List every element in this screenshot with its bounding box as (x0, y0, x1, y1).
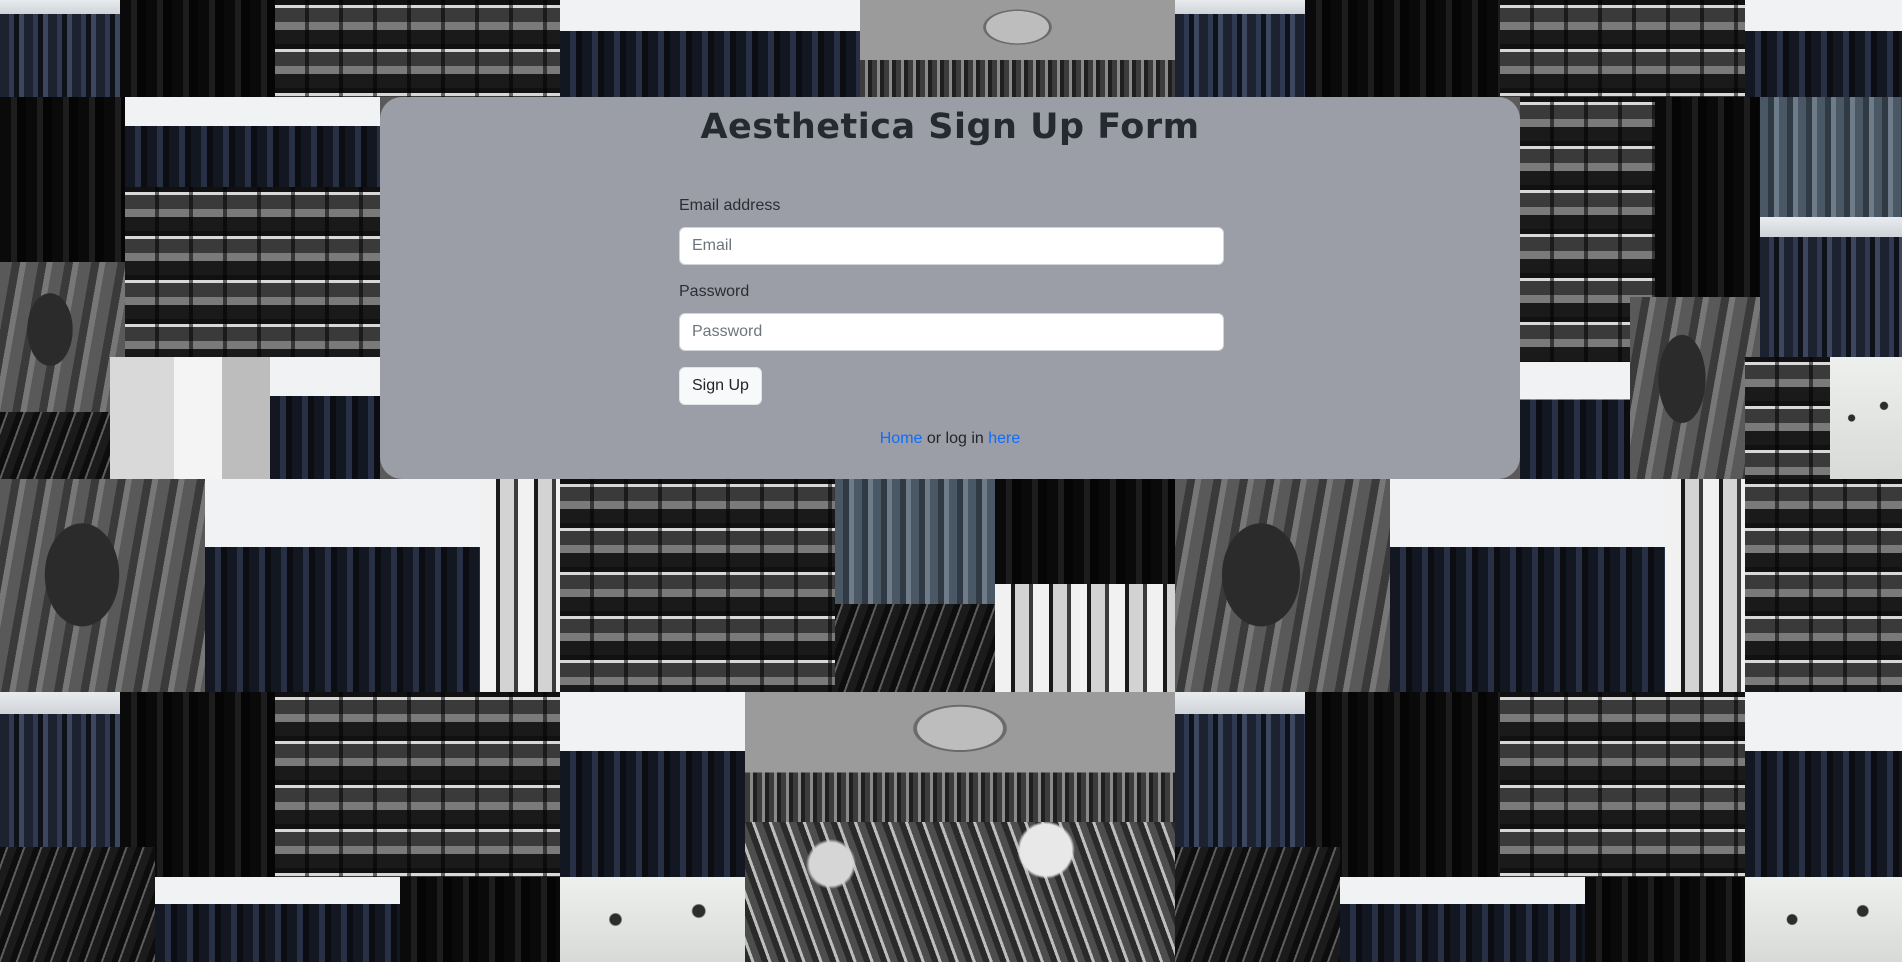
clothing-rack-photo (1630, 297, 1760, 479)
clothing-rack-photo (560, 0, 860, 97)
clothing-rack-photo (155, 877, 400, 962)
clothing-rack-photo (995, 584, 1175, 692)
clothing-rack-photo (1585, 877, 1745, 962)
shelves-photo (125, 187, 380, 357)
clothing-rack-photo (1760, 217, 1902, 357)
clothing-rack-photo (1520, 362, 1630, 479)
hangers-photo (0, 847, 155, 962)
hangers-photo (995, 479, 1175, 584)
clothing-rack-photo (0, 0, 120, 97)
clothing-rack-photo (0, 97, 125, 262)
shelves-photo (1500, 0, 1745, 97)
sign-up-button[interactable]: Sign Up (679, 367, 762, 405)
wall-lamp-photo (1745, 877, 1902, 962)
clothing-rack-photo (125, 97, 380, 187)
clothing-rack-photo (1175, 0, 1305, 97)
wall-lamp-photo (560, 877, 745, 962)
footer-middle-text: or log in (922, 430, 989, 447)
footer-links: Home or log in here (380, 430, 1520, 448)
storefront-photo (745, 692, 1175, 822)
hangers-photo (745, 822, 1175, 962)
shelves-photo (1745, 479, 1902, 692)
clothing-rack-photo (0, 262, 125, 412)
clothing-rack-photo (560, 692, 745, 877)
home-link[interactable]: Home (880, 430, 923, 447)
page-title: Aesthetica Sign Up Form (700, 107, 1200, 147)
clothing-rack-photo (120, 0, 275, 97)
shelves-photo (1500, 692, 1745, 877)
clothing-rack-photo (480, 479, 560, 692)
hangers-photo (835, 604, 995, 692)
shelves-photo (275, 0, 560, 97)
clothing-rack-photo (0, 692, 120, 847)
password-field[interactable] (679, 313, 1224, 351)
clothing-rack-photo (205, 479, 480, 692)
clothing-rack-photo (1340, 877, 1585, 962)
clothing-rack-photo (1175, 692, 1305, 847)
clothing-rack-photo (835, 479, 995, 604)
email-field[interactable] (679, 227, 1224, 265)
clothing-rack-photo (1305, 0, 1500, 97)
clothing-rack-photo (1745, 0, 1902, 97)
clothing-rack-photo (1745, 692, 1902, 877)
clothing-rack-photo (1760, 97, 1902, 217)
hangers-photo (1175, 847, 1340, 962)
storefront-photo (860, 0, 1175, 97)
login-link[interactable]: here (988, 430, 1020, 447)
clothing-rack-photo (1175, 479, 1390, 692)
wall-lamp-photo (1830, 357, 1902, 479)
closet-photo (110, 357, 270, 479)
clothing-rack-photo (1665, 479, 1745, 692)
clothing-rack-photo (0, 479, 205, 692)
shelves-photo (1745, 357, 1830, 479)
email-label: Email address (679, 197, 781, 214)
hangers-photo (0, 412, 110, 479)
shelves-photo (275, 692, 560, 877)
clothing-rack-photo (270, 357, 380, 479)
signup-card: Aesthetica Sign Up Form Email address Pa… (380, 97, 1520, 479)
password-label: Password (679, 283, 750, 300)
clothing-rack-photo (400, 877, 560, 962)
clothing-rack-photo (1655, 97, 1760, 297)
shelves-photo (560, 479, 835, 692)
clothing-rack-photo (1390, 479, 1665, 692)
